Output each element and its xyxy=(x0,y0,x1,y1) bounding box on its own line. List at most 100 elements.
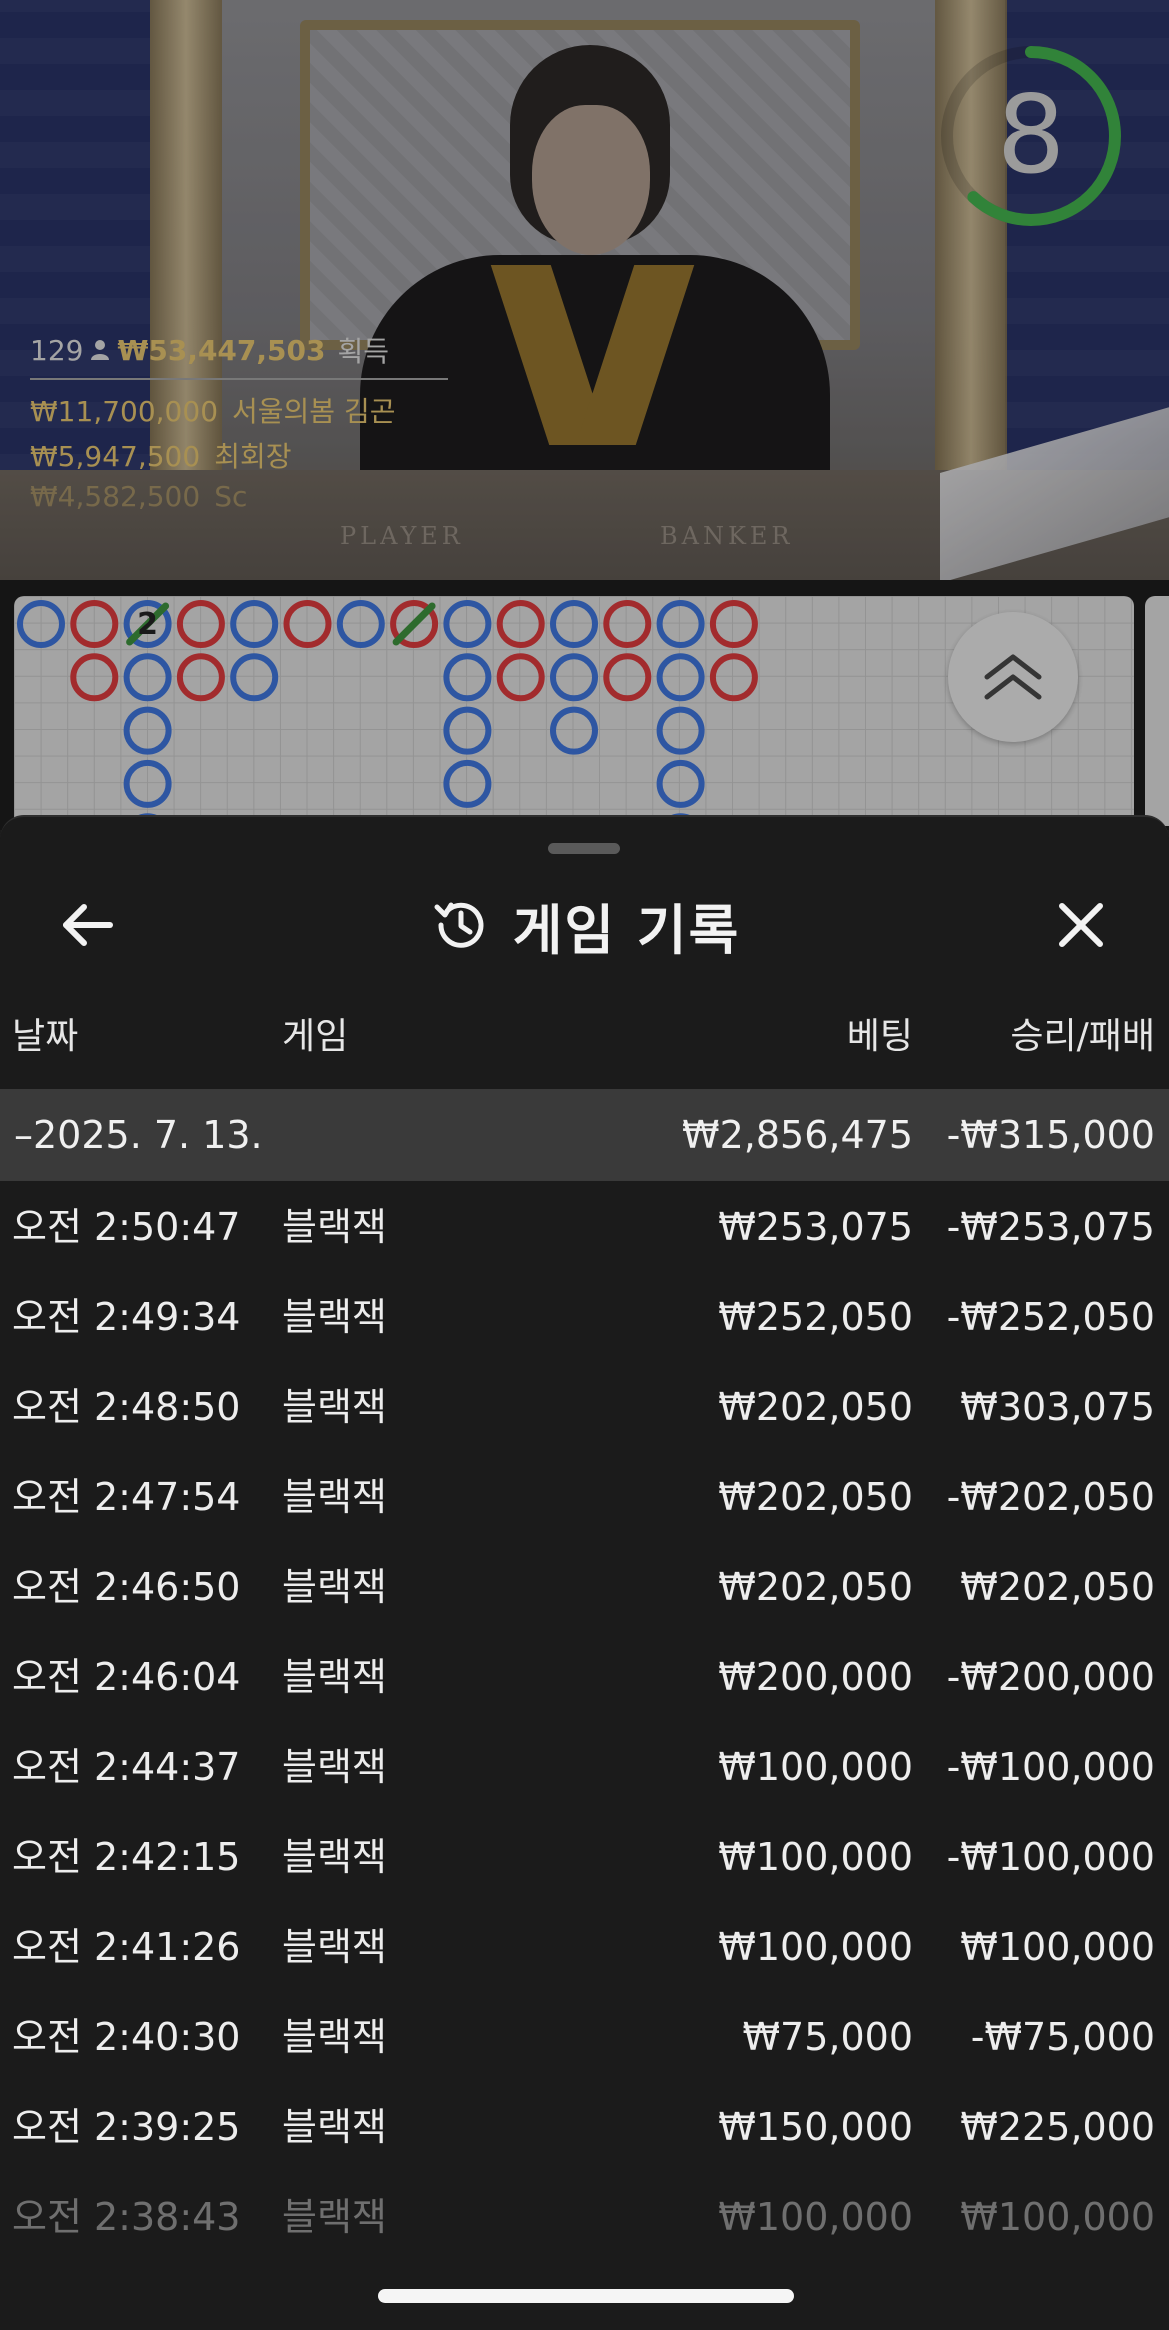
road-player-mark xyxy=(230,653,279,702)
winner-name: Sc xyxy=(214,480,248,513)
sheet-drag-handle[interactable] xyxy=(548,843,620,854)
header-bet: 베팅 xyxy=(846,1016,913,1057)
road-player-mark xyxy=(443,653,492,702)
sheet-header: 게임 기록 xyxy=(0,887,1169,963)
road-banker-mark xyxy=(496,653,545,702)
road-player-mark xyxy=(443,706,492,755)
row-time: 오전 2:46:04 xyxy=(12,1655,241,1699)
row-bet: ₩200,000 xyxy=(718,1655,913,1699)
secondary-road-grid xyxy=(1145,596,1169,826)
table-row[interactable]: 오전 2:46:50 블랙잭 ₩202,050 ₩202,050 xyxy=(0,1542,1169,1632)
date-group-summary[interactable]: –2025. 7. 13. ₩2,856,475 -₩315,000 xyxy=(0,1089,1169,1181)
viewer-count: 129 xyxy=(30,333,84,367)
summary-bet: ₩2,856,475 xyxy=(682,1113,913,1157)
history-table-header: 날짜 게임 베팅 승리/패배 xyxy=(0,1007,1169,1063)
history-rows: 오전 2:50:47 블랙잭 ₩253,075 -₩253,075 오전 2:49:34… xyxy=(0,1182,1169,2262)
road-player-mark xyxy=(656,759,705,808)
row-time: 오전 2:44:37 xyxy=(12,1745,241,1789)
row-winloss: ₩100,000 xyxy=(960,2195,1155,2239)
table-row[interactable]: 오전 2:44:37 블랙잭 ₩100,000 -₩100,000 xyxy=(0,1722,1169,1812)
road-player-mark xyxy=(123,653,172,702)
row-winloss: -₩100,000 xyxy=(946,1745,1155,1789)
road-tie-mark xyxy=(392,602,436,646)
row-winloss: -₩202,050 xyxy=(946,1475,1155,1519)
row-game: 블랙잭 xyxy=(282,1565,387,1609)
road-banker-mark xyxy=(496,600,545,648)
game-history-sheet: 게임 기록 날짜 게임 베팅 승리/패배 –2025. 7. 13. ₩2,85… xyxy=(0,815,1169,2330)
row-winloss: ₩202,050 xyxy=(960,1565,1155,1609)
road-player-mark xyxy=(123,706,172,755)
row-time: 오전 2:46:50 xyxy=(12,1565,241,1609)
row-time: 오전 2:47:54 xyxy=(12,1475,241,1519)
winner-amount: ₩11,700,000 xyxy=(30,395,219,428)
close-button[interactable] xyxy=(1043,887,1119,963)
row-bet: ₩253,075 xyxy=(718,1205,913,1249)
road-banker-mark xyxy=(283,600,332,648)
row-game: 블랙잭 xyxy=(282,2105,387,2149)
dealer-face xyxy=(532,105,650,255)
row-game: 블랙잭 xyxy=(282,2015,387,2059)
road-player-mark xyxy=(550,600,598,648)
table-row[interactable]: 오전 2:42:15 블랙잭 ₩100,000 -₩100,000 xyxy=(0,1812,1169,1902)
row-game: 블랙잭 xyxy=(282,1655,387,1699)
total-won-label: 획득 xyxy=(337,335,390,368)
table-row[interactable]: 오전 2:40:30 블랙잭 ₩75,000 -₩75,000 xyxy=(0,1992,1169,2082)
row-winloss: ₩100,000 xyxy=(960,1925,1155,1969)
winners-divider xyxy=(30,378,448,380)
road-banker-mark xyxy=(176,653,225,702)
row-bet: ₩150,000 xyxy=(718,2105,913,2149)
row-winloss: ₩303,075 xyxy=(960,1385,1155,1429)
table-row[interactable]: 오전 2:48:50 블랙잭 ₩202,050 ₩303,075 xyxy=(0,1362,1169,1452)
road-player-mark xyxy=(443,759,492,808)
table-label-player: PLAYER xyxy=(340,522,464,550)
row-time: 오전 2:48:50 xyxy=(12,1385,241,1429)
table-row[interactable]: 오전 2:38:43 블랙잭 ₩100,000 ₩100,000 xyxy=(0,2172,1169,2262)
row-game: 블랙잭 xyxy=(282,1925,387,1969)
history-icon xyxy=(434,902,484,948)
table-row[interactable]: 오전 2:47:54 블랙잭 ₩202,050 -₩202,050 xyxy=(0,1452,1169,1542)
winner-name: 최회장 xyxy=(214,440,292,473)
header-game: 게임 xyxy=(282,1016,349,1057)
row-game: 블랙잭 xyxy=(282,1475,387,1519)
winner-amount: ₩4,582,500 xyxy=(30,480,201,513)
row-time: 오전 2:40:30 xyxy=(12,2015,241,2059)
road-player-mark xyxy=(550,706,598,755)
table-row[interactable]: 오전 2:49:34 블랙잭 ₩252,050 -₩252,050 xyxy=(0,1272,1169,1362)
road-banker-mark xyxy=(603,600,652,648)
winner-entry: ₩11,700,000 서울의봄 김곤 xyxy=(30,390,395,430)
table-row[interactable]: 오전 2:39:25 블랙잭 ₩150,000 ₩225,000 xyxy=(0,2082,1169,2172)
row-time: 오전 2:50:47 xyxy=(12,1205,241,1249)
row-winloss: -₩75,000 xyxy=(970,2015,1155,2059)
road-banker-mark xyxy=(709,653,758,702)
row-game: 블랙잭 xyxy=(282,1745,387,1789)
row-game: 블랙잭 xyxy=(282,1295,387,1339)
summary-date: –2025. 7. 13. xyxy=(14,1113,263,1157)
road-player-mark xyxy=(656,600,705,648)
road-player-mark xyxy=(443,600,492,648)
table-row[interactable]: 오전 2:46:04 블랙잭 ₩200,000 -₩200,000 xyxy=(0,1632,1169,1722)
row-bet: ₩202,050 xyxy=(718,1475,913,1519)
row-winloss: ₩225,000 xyxy=(960,2105,1155,2149)
row-bet: ₩100,000 xyxy=(718,2195,913,2239)
road-player-mark xyxy=(550,653,598,702)
row-time: 오전 2:41:26 xyxy=(12,1925,241,1969)
row-bet: ₩75,000 xyxy=(742,2015,913,2059)
row-bet: ₩100,000 xyxy=(718,1835,913,1879)
close-icon xyxy=(1059,903,1103,947)
summary-winloss: -₩315,000 xyxy=(946,1113,1155,1157)
winner-entry: ₩4,582,500 Sc xyxy=(30,480,247,513)
row-bet: ₩202,050 xyxy=(718,1385,913,1429)
total-won-amount: ₩53,447,503 xyxy=(117,333,326,367)
row-bet: ₩202,050 xyxy=(718,1565,913,1609)
row-time: 오전 2:49:34 xyxy=(12,1295,241,1339)
road-player-mark xyxy=(230,600,279,648)
roadmap-collapse-button[interactable] xyxy=(948,612,1078,742)
winner-name: 서울의봄 김곤 xyxy=(232,395,396,428)
row-winloss: -₩100,000 xyxy=(946,1835,1155,1879)
row-game: 블랙잭 xyxy=(282,1205,387,1249)
road-player-mark xyxy=(656,653,705,702)
row-game: 블랙잭 xyxy=(282,1385,387,1429)
table-row[interactable]: 오전 2:41:26 블랙잭 ₩100,000 ₩100,000 xyxy=(0,1902,1169,1992)
winners-summary: 129 ₩53,447,503 획득 xyxy=(30,330,389,370)
table-row[interactable]: 오전 2:50:47 블랙잭 ₩253,075 -₩253,075 xyxy=(0,1182,1169,1272)
